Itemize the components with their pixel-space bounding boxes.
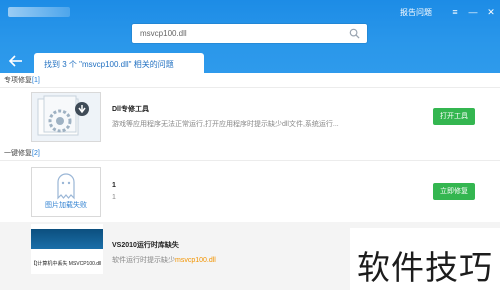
minimize-icon[interactable]: — — [464, 7, 482, 17]
dll-tool-thumbnail — [31, 92, 101, 142]
result-item-dll-tool: Dll专修工具 游戏等应用程序无法正常运行,打开应用程序时提示缺少dll文件,系… — [0, 88, 500, 144]
results-tab-label: 找到 3 个 "msvcp100.dll" 相关的问题 — [44, 59, 174, 70]
window-controls: 报告问题 ≡ — ✕ — [400, 6, 500, 18]
app-title-blurred — [8, 7, 70, 17]
thumbnail-banner — [31, 229, 103, 249]
item-title: 1 — [112, 182, 116, 189]
vs2010-thumbnail: 【]计算机中丢失 MSVCP100.dll — [31, 224, 103, 274]
close-icon[interactable]: ✕ — [482, 7, 500, 18]
item-description: 软件运行时提示缺少msvcp100.dll — [112, 255, 216, 265]
thumbnail-fail-text: 图片加载失败 — [45, 202, 87, 209]
broken-image-ghost-icon — [57, 173, 75, 200]
footer-strip — [0, 290, 350, 302]
item-description: 游戏等应用程序无法正常运行,打开应用程序时提示缺少dll文件,系统运行... — [112, 121, 339, 128]
section-header-special: 专项修复[1] — [0, 73, 500, 88]
item-description-prefix: 软件运行时提示缺少 — [112, 257, 175, 264]
item-title: Dll专修工具 — [112, 106, 149, 113]
menu-icon[interactable]: ≡ — [446, 7, 464, 17]
section-label: 专项修复 — [4, 77, 32, 84]
results-count-text: 找到 3 个 — [44, 60, 77, 69]
search-input[interactable] — [140, 27, 340, 40]
dll-name-highlight: msvcp100.dll — [175, 257, 216, 264]
gear-icon — [37, 95, 89, 136]
thumbnail-load-failed: 图片加载失败 — [31, 167, 101, 217]
thumbnail-caption: 【]计算机中丢失 MSVCP100.dll — [31, 261, 102, 267]
search-icon[interactable] — [349, 28, 360, 39]
section-count: [2] — [32, 150, 40, 157]
item-title: VS2010运行时库缺失 — [112, 242, 179, 249]
results-suffix: 相关的问题 — [133, 60, 174, 69]
section-header-oneclick: 一键修复[2] — [0, 146, 500, 161]
feedback-link[interactable]: 报告问题 — [400, 7, 432, 18]
result-item-1: 图片加载失败 1 1 立即修复 — [0, 163, 500, 220]
item-description: 1 — [112, 194, 116, 201]
watermark-text: 软件技巧 — [357, 248, 493, 287]
open-tool-button[interactable]: 打开工具 — [433, 108, 475, 125]
fix-now-button[interactable]: 立即修复 — [433, 183, 475, 200]
back-arrow-icon[interactable] — [8, 53, 24, 69]
section-label: 一键修复 — [4, 150, 32, 157]
section-count: [1] — [32, 77, 40, 84]
header-bar: 报告问题 ≡ — ✕ 找到 3 个 "msvcp100.dll" 相关的问题 — [0, 0, 500, 80]
results-query: "msvcp100.dll" — [79, 60, 132, 69]
watermark: 软件技巧 — [350, 228, 500, 302]
search-box[interactable] — [132, 24, 367, 43]
